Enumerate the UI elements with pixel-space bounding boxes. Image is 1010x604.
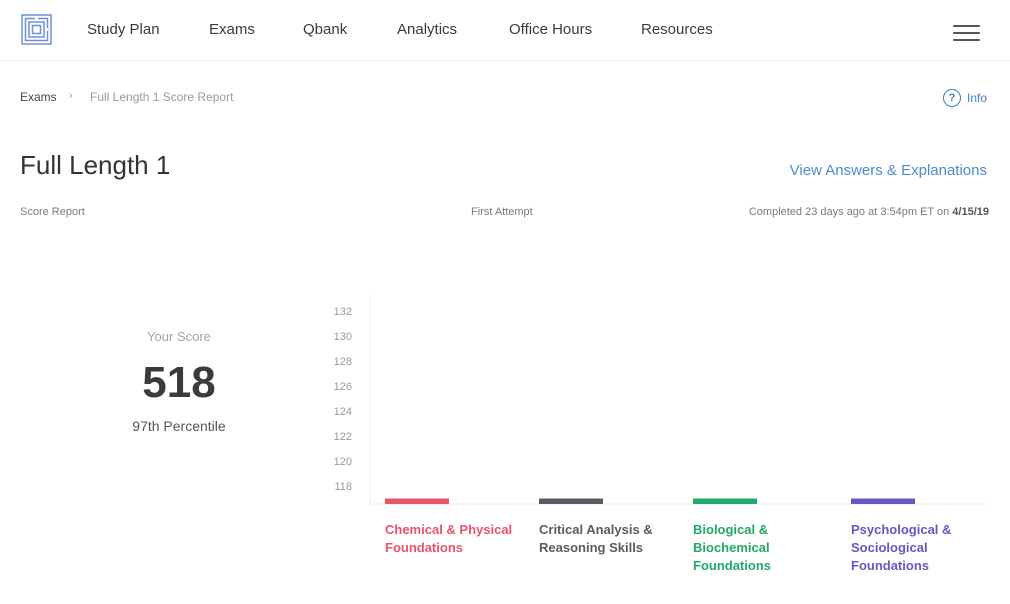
- section-score-bar: [539, 498, 603, 504]
- y-tick-label: 124: [334, 406, 352, 418]
- y-tick-label: 120: [334, 456, 352, 468]
- hamburger-menu-icon[interactable]: [953, 24, 980, 42]
- category-label-line: Foundations: [693, 558, 771, 573]
- category-label: Chemical & Physical Foundations: [385, 521, 512, 557]
- info-label: Info: [967, 91, 988, 105]
- category-label: Critical Analysis & Reasoning Skills: [539, 521, 653, 557]
- nav-qbank[interactable]: Qbank: [303, 21, 347, 38]
- nav-study-plan[interactable]: Study Plan: [87, 21, 160, 38]
- section-score-bar: [385, 498, 449, 504]
- nav-analytics[interactable]: Analytics: [397, 21, 457, 38]
- nav-office-hours[interactable]: Office Hours: [509, 21, 592, 38]
- total-score: 518: [142, 358, 216, 407]
- breadcrumb-exams[interactable]: Exams: [20, 90, 57, 104]
- score-percentile: 97th Percentile: [132, 418, 226, 434]
- nav-exams[interactable]: Exams: [209, 21, 255, 38]
- attempt-label: First Attempt: [471, 206, 533, 218]
- category-label-line: Critical Analysis &: [539, 522, 653, 537]
- completed-date: 4/15/19: [952, 206, 989, 218]
- category-label-line: Biochemical: [693, 540, 770, 555]
- category-label-line: Foundations: [851, 558, 929, 573]
- category-label: Biological & Biochemical Foundations: [693, 521, 771, 575]
- y-tick-label: 130: [334, 331, 352, 343]
- category-label: Psychological & Sociological Foundations: [851, 521, 951, 575]
- category-label-line: Reasoning Skills: [539, 540, 644, 555]
- score-caption: Your Score: [147, 329, 211, 344]
- breadcrumb-current: Full Length 1 Score Report: [90, 90, 234, 104]
- y-tick-label: 128: [334, 356, 352, 368]
- maze-logo-icon[interactable]: [21, 14, 52, 45]
- category-label-line: Biological &: [693, 522, 769, 537]
- completed-text: Completed 23 days ago at 3:54pm ET on: [748, 206, 953, 218]
- section-score-bar: [851, 498, 915, 504]
- info-button[interactable]: ? Info: [943, 88, 987, 108]
- question-circle-icon: ?: [943, 89, 961, 107]
- breadcrumb-chevron-icon: ›: [69, 90, 73, 102]
- section-score-chart: 118 120 122 124 126 128 130 132 Chemical & Phys…: [320, 295, 1000, 585]
- y-tick-label: 132: [334, 306, 352, 318]
- view-answers-link[interactable]: View Answers & Explanations: [790, 162, 987, 179]
- top-navigation: Study Plan Exams Qbank Analytics Office …: [0, 0, 1010, 61]
- score-report-label: Score Report: [20, 206, 85, 218]
- completed-timestamp: Completed 23 days ago at 3:54pm ET on 4/…: [749, 206, 989, 218]
- y-tick-label: 126: [334, 381, 352, 393]
- page-title: Full Length 1: [20, 150, 171, 180]
- category-label-line: Chemical & Physical: [385, 522, 513, 537]
- y-tick-label: 122: [334, 431, 352, 443]
- y-tick-label: 118: [334, 481, 352, 493]
- category-label-line: Sociological: [851, 540, 928, 555]
- category-label-line: Foundations: [385, 540, 463, 555]
- category-label-line: Psychological &: [851, 522, 952, 537]
- section-score-bar: [693, 498, 757, 504]
- nav-resources[interactable]: Resources: [641, 21, 713, 38]
